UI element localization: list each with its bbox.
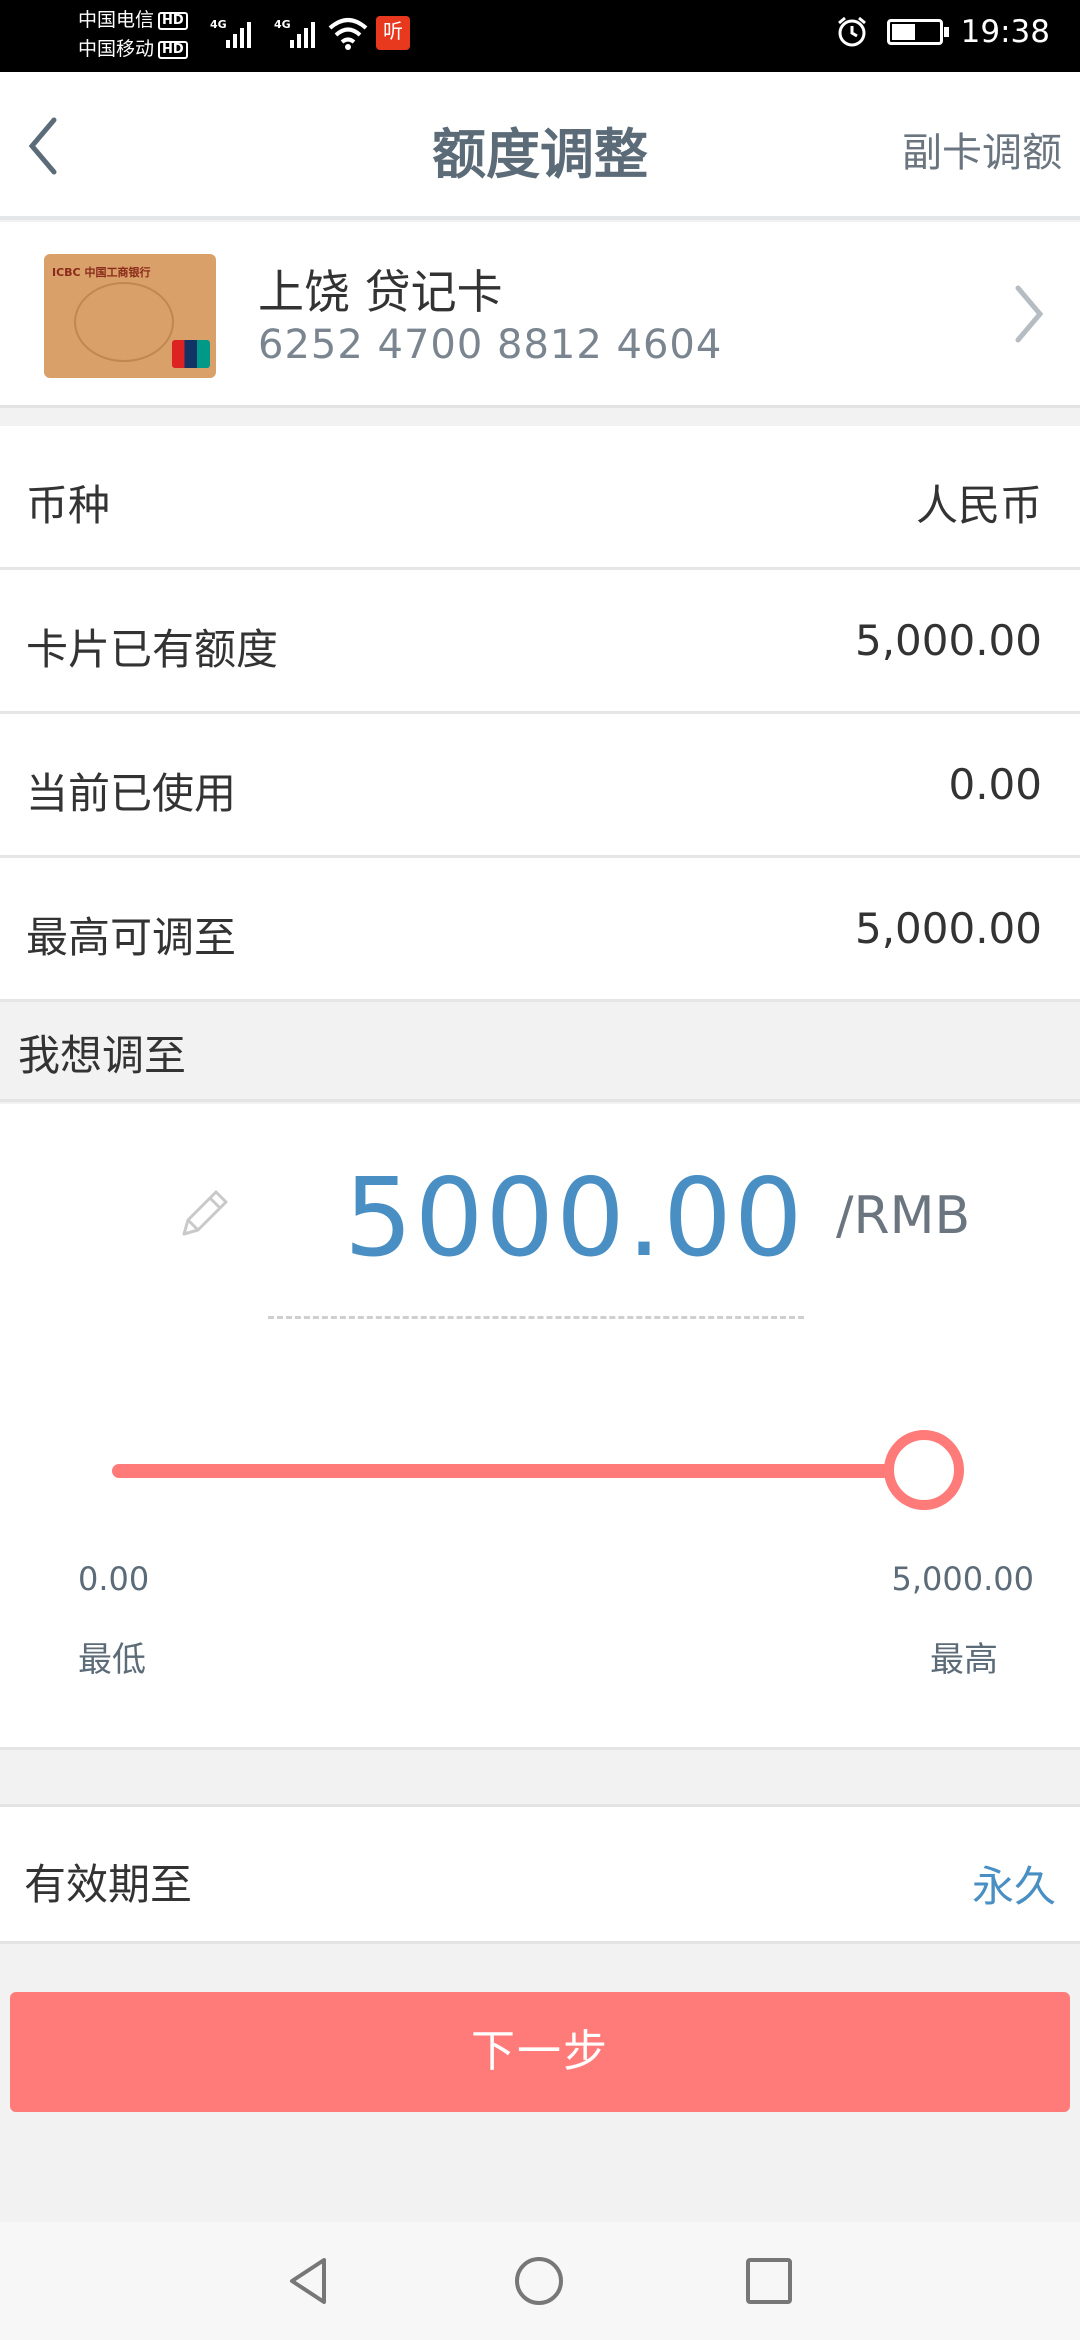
info-value: 0.00 xyxy=(948,760,1042,809)
hd-badge-2: HD xyxy=(158,40,188,59)
alarm-icon xyxy=(837,16,866,47)
adjust-section-header: 我想调至 xyxy=(0,1002,1080,1102)
carrier-1: 中国电信 xyxy=(78,9,155,31)
info-label: 币种 xyxy=(26,481,111,530)
nav-home-icon[interactable] xyxy=(504,2246,574,2316)
amount-unit: /RMB xyxy=(836,1186,971,1246)
chevron-right-icon xyxy=(1015,285,1044,343)
adjust-section-label: 我想调至 xyxy=(18,1031,187,1080)
info-value: 人民币 xyxy=(915,481,1042,530)
network-type-2: 4G xyxy=(274,18,291,31)
sub-card-adjust-button[interactable]: 副卡调额 xyxy=(902,120,1062,178)
info-label: 当前已使用 xyxy=(26,769,237,818)
slider-max-label: 最高 xyxy=(930,1640,998,1680)
limit-slider-handle[interactable] xyxy=(884,1430,964,1510)
status-bar: 中国电信 HD 中国移动 HD 4G 4G 听 19:38 xyxy=(0,0,1080,72)
hd-badge-1: HD xyxy=(158,11,188,30)
slider-min-value: 0.00 xyxy=(78,1560,150,1598)
system-nav-bar xyxy=(0,2222,1080,2340)
limit-slider-track[interactable] xyxy=(112,1464,924,1478)
info-value: 5,000.00 xyxy=(854,616,1042,665)
info-label: 最高可调至 xyxy=(26,913,237,962)
limit-info-list: 币种 人民币 卡片已有额度 5,000.00 当前已使用 0.00 最高可调至 … xyxy=(0,426,1080,1002)
amount-underline xyxy=(268,1316,804,1319)
clock: 19:38 xyxy=(960,14,1050,50)
card-number: 6252 4700 8812 4604 xyxy=(258,322,723,368)
pencil-edit-icon[interactable] xyxy=(170,1178,240,1248)
info-value: 5,000.00 xyxy=(854,904,1042,953)
signal-icon-1: 4G xyxy=(210,14,260,48)
signal-icon-2: 4G xyxy=(274,14,324,48)
nav-recent-apps-icon[interactable] xyxy=(734,2246,804,2316)
carrier-2: 中国移动 xyxy=(78,38,155,60)
validity-value[interactable]: 永久 xyxy=(972,1853,1056,1914)
wifi-icon xyxy=(328,18,368,50)
validity-row[interactable]: 有效期至 永久 xyxy=(0,1804,1080,1944)
info-row-used: 当前已使用 0.00 xyxy=(0,714,1080,858)
listen-app-icon: 听 xyxy=(376,16,410,50)
amount-panel: 5000.00 /RMB 0.00 5,000.00 最低 最高 xyxy=(0,1104,1080,1750)
carrier-info: 中国电信 HD 中国移动 HD xyxy=(78,6,188,64)
card-image: ICBC 中国工商银行 xyxy=(44,254,216,378)
card-bank-logo: ICBC 中国工商银行 xyxy=(52,266,151,279)
battery-icon xyxy=(886,19,949,45)
info-row-max-adjustable: 最高可调至 5,000.00 xyxy=(0,858,1080,1002)
info-label: 卡片已有额度 xyxy=(26,625,279,674)
target-amount-input[interactable]: 5000.00 xyxy=(344,1156,805,1281)
network-type-1: 4G xyxy=(210,18,227,31)
unionpay-logo-icon xyxy=(172,340,210,368)
info-row-existing-limit: 卡片已有额度 5,000.00 xyxy=(0,570,1080,714)
slider-max-value: 5,000.00 xyxy=(891,1560,1035,1598)
validity-label: 有效期至 xyxy=(24,1860,193,1909)
info-row-currency: 币种 人民币 xyxy=(0,426,1080,570)
card-name: 上饶 贷记卡 xyxy=(258,265,503,319)
nav-back-icon[interactable] xyxy=(274,2246,344,2316)
next-step-button[interactable]: 下一步 xyxy=(10,1992,1070,2112)
slider-min-label: 最低 xyxy=(78,1640,146,1680)
credit-card-selector[interactable]: ICBC 中国工商银行 上饶 贷记卡 6252 4700 8812 4604 xyxy=(0,222,1080,408)
app-header: 额度调整 副卡调额 xyxy=(0,72,1080,220)
